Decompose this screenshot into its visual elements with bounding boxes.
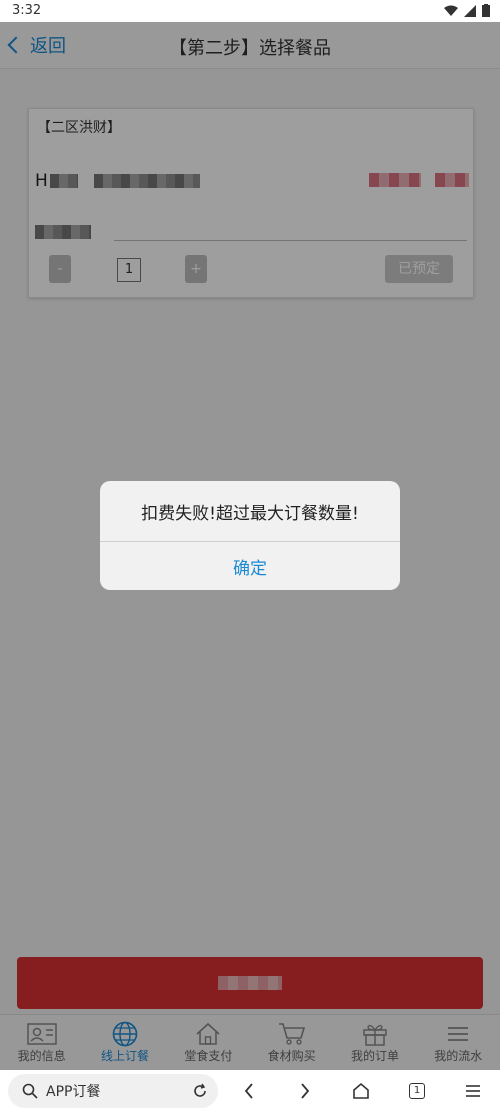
reload-icon[interactable] xyxy=(192,1083,208,1099)
tab-count: 1 xyxy=(409,1083,425,1099)
status-bar: 3:32 xyxy=(0,0,500,22)
dialog-ok-button[interactable]: 确定 xyxy=(100,542,400,590)
battery-icon xyxy=(482,4,490,17)
browser-home-button[interactable] xyxy=(348,1078,374,1104)
browser-back-button[interactable] xyxy=(236,1078,262,1104)
browser-tabs-button[interactable]: 1 xyxy=(404,1078,430,1104)
chevron-right-icon xyxy=(301,1083,310,1099)
address-text: APP订餐 xyxy=(46,1084,101,1100)
home-icon xyxy=(353,1082,369,1099)
browser-toolbar: APP订餐 1 xyxy=(0,1070,500,1112)
wifi-icon xyxy=(444,5,458,16)
address-bar[interactable]: APP订餐 xyxy=(8,1074,218,1108)
status-time: 3:32 xyxy=(12,3,42,18)
signal-icon xyxy=(464,4,476,17)
dialog-message: 扣费失败!超过最大订餐数量! xyxy=(100,481,400,542)
browser-forward-button[interactable] xyxy=(292,1078,318,1104)
chevron-left-icon xyxy=(244,1083,253,1099)
search-icon xyxy=(22,1083,38,1099)
alert-dialog: 扣费失败!超过最大订餐数量! 确定 xyxy=(100,481,400,590)
status-icons xyxy=(444,4,490,17)
browser-menu-button[interactable] xyxy=(460,1078,486,1104)
menu-icon xyxy=(466,1085,480,1097)
